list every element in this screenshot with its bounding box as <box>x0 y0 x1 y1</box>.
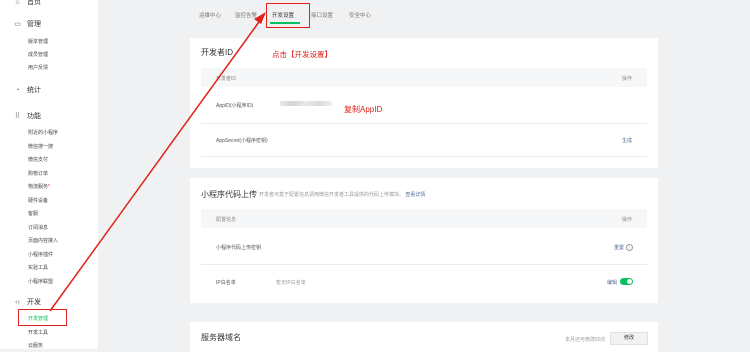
annotation-arrow <box>49 12 266 312</box>
arrow-head <box>254 12 266 24</box>
arrow-line <box>49 14 265 312</box>
